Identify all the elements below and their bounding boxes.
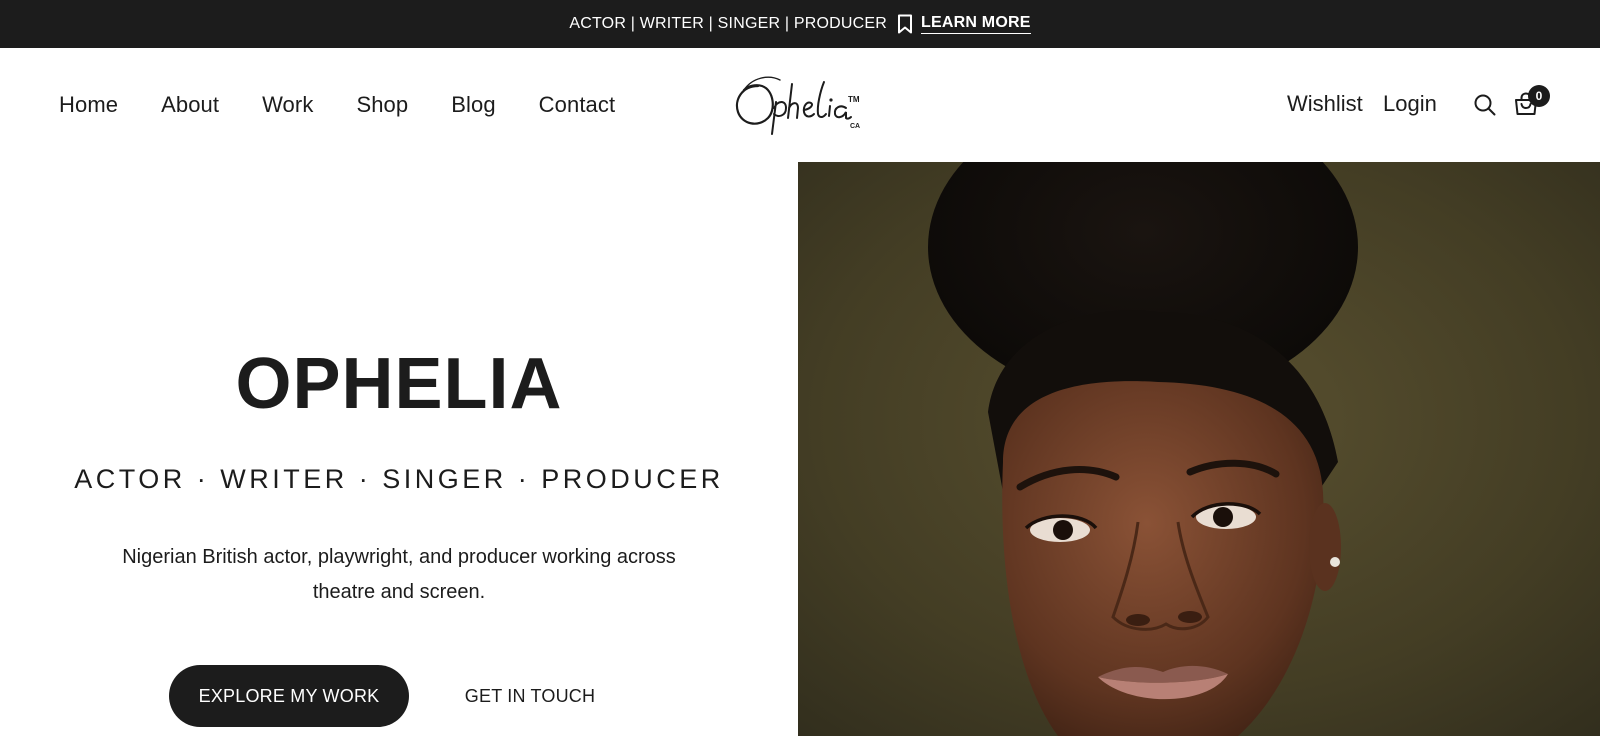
- hero-section: OPHELIA ACTOR · WRITER · SINGER · PRODUC…: [0, 162, 798, 736]
- search-icon[interactable]: [1473, 93, 1497, 117]
- hero-description: Nigerian British actor, playwright, and …: [122, 546, 676, 603]
- explore-work-button[interactable]: EXPLORE MY WORK: [169, 665, 409, 727]
- hero-portrait-photo: [798, 162, 1600, 736]
- announcement-bar: ACTOR | WRITER | SINGER | PRODUCER LEARN…: [0, 0, 1600, 48]
- logo-suffix: CA: [850, 123, 860, 130]
- main-nav: Home About Work Shop Blog Contact: [59, 48, 615, 162]
- cart-count-badge: 0: [1528, 85, 1550, 107]
- nav-item-home[interactable]: Home: [59, 92, 118, 118]
- nav-item-shop[interactable]: Shop: [356, 92, 408, 118]
- wishlist-link[interactable]: Wishlist: [1287, 91, 1363, 117]
- hero-title: OPHELIA: [235, 344, 563, 424]
- site-logo[interactable]: TM CA: [728, 68, 868, 142]
- nav-item-about[interactable]: About: [161, 92, 219, 118]
- learn-more-link[interactable]: LEARN MORE: [921, 14, 1031, 34]
- logo-tm: TM: [848, 95, 860, 104]
- nav-item-work[interactable]: Work: [262, 92, 313, 118]
- login-link[interactable]: Login: [1383, 91, 1437, 117]
- get-in-touch-button[interactable]: GET IN TOUCH: [440, 665, 620, 727]
- nav-item-blog[interactable]: Blog: [451, 92, 495, 118]
- logo-wordmark: TM CA: [735, 76, 860, 135]
- bookmark-icon: [897, 14, 913, 34]
- site-header: Home About Work Shop Blog Contact TM CA: [0, 48, 1600, 162]
- announcement-text: ACTOR | WRITER | SINGER | PRODUCER: [569, 15, 888, 32]
- hero-subtitle: ACTOR · WRITER · SINGER · PRODUCER: [74, 464, 724, 494]
- nav-item-contact[interactable]: Contact: [539, 92, 616, 118]
- account-nav: Wishlist Login 0: [1200, 48, 1600, 162]
